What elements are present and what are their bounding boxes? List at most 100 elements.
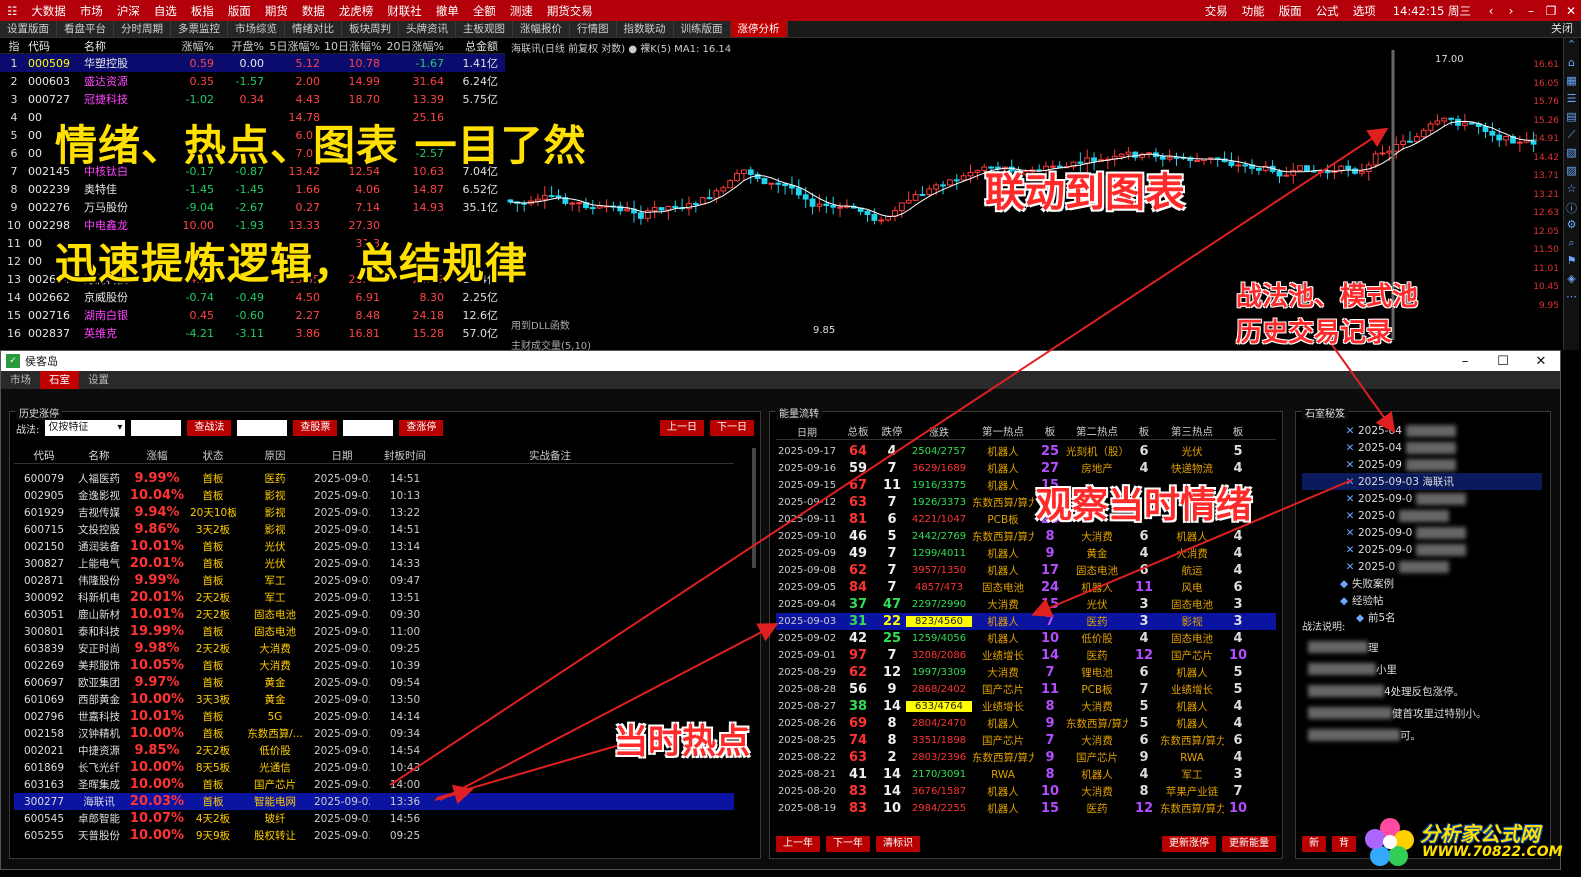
table-row[interactable]: 3 000727 冠捷科技 -1.02 0.34 4.43 18.70 13.39 5.75亿	[0, 90, 505, 108]
menu-item-4[interactable]: 板指	[184, 3, 221, 19]
tab-9[interactable]: 涨幅报价	[513, 21, 570, 37]
menu-item-8[interactable]: 龙虎榜	[332, 3, 381, 19]
tab-market[interactable]: 市场	[1, 371, 40, 389]
table-row[interactable]: 002905 金逸影视 10.04% 首板 影视 2025-09-03 10:13	[14, 487, 734, 504]
tab-1[interactable]: 看盘平台	[57, 21, 114, 37]
table-row[interactable]: 12 00	[0, 252, 505, 270]
history-scrollbar[interactable]	[752, 448, 756, 568]
tab-11[interactable]: 指数联动	[616, 21, 674, 37]
table-row[interactable]: 600697 欧亚集团 9.97% 首板 黄金 2025-09-03 09:54	[14, 674, 734, 691]
win-close-icon[interactable]: ✕	[1522, 354, 1560, 369]
table-row[interactable]: 2025-08-20 83 14 3676/1587 机器人 10 大消费 8 苹果产业链 7	[776, 783, 1276, 800]
prev-day-button[interactable]: 上一日	[660, 420, 704, 436]
info-icon[interactable]: ⓘ	[1564, 200, 1579, 218]
chart-icon[interactable]: ▤	[1564, 110, 1579, 128]
tree-item[interactable]: ✕ 2025-0	[1302, 558, 1542, 575]
table-row[interactable]: 2025-09-08 62 7 3957/1350 机器人 17 固态电池 6 航运 4	[776, 562, 1276, 579]
tab-close-button[interactable]: 关闭	[1543, 21, 1581, 37]
update-energy-button[interactable]: 更新能量	[1222, 836, 1276, 852]
menu-item-7[interactable]: 数据	[295, 3, 332, 19]
home-icon[interactable]: ⌂	[1564, 56, 1579, 74]
hh-date[interactable]: 日期	[314, 448, 370, 463]
menu-item-6[interactable]: 期货	[258, 3, 295, 19]
table-row[interactable]: 16 002837 英维克 -4.21 -3.11 3.86 16.81 15.28 57.0亿	[0, 324, 505, 342]
tag-icon[interactable]: ◈	[1564, 272, 1579, 290]
table-row[interactable]: 2025-09-05 84 7 4857/473 固态电池 24 机器人 11 风电 6	[776, 579, 1276, 596]
table-row[interactable]: 002021 中捷资源 9.85% 2天2板 低价股 2025-09-03 14:54	[14, 742, 734, 759]
table-row[interactable]: 9 002276 万马股份 -9.04 -2.67 0.27 7.14 14.93 35.1亿	[0, 198, 505, 216]
menu-right-item-3[interactable]: 公式	[1309, 3, 1346, 19]
hh-reason[interactable]: 原因	[236, 448, 314, 463]
eh-h1[interactable]: 第一热点	[972, 424, 1034, 439]
menu-right-item-0[interactable]: 交易	[1198, 3, 1235, 19]
eh-h3[interactable]: 第三热点	[1160, 424, 1224, 439]
table-row[interactable]: 2025-08-19 83 10 2984/2255 机器人 15 医药 12 东数西算/算力 1…	[776, 800, 1276, 817]
table-row[interactable]: 7 002145 中核钛白 -0.17 -0.87 13.42 12.54 10.63 7.04…	[0, 162, 505, 180]
table-row[interactable]: 2025-09-04 37 47 2297/2990 大消费 15 光伏 3 固态电池 3	[776, 596, 1276, 613]
table-row[interactable]: 2025-09-17 64 4 2504/2757 机器人 25 光刻机（股） 6 光伏 5	[776, 443, 1276, 460]
up-icon[interactable]: ⌃	[1564, 38, 1579, 56]
tab-3[interactable]: 多票监控	[171, 21, 228, 37]
table-row[interactable]: 603051 鹿山新材 10.01% 2天2板 固态电池 2025-09-03 09:30	[14, 606, 734, 623]
restore-icon[interactable]: ❐	[1541, 4, 1561, 18]
header-d5[interactable]: 5日涨幅%	[268, 38, 324, 54]
win-maximize-icon[interactable]: ☐	[1484, 354, 1522, 369]
new-button[interactable]: 新	[1302, 836, 1326, 852]
forward-icon[interactable]: ›	[1501, 4, 1521, 18]
table-row[interactable]: 5 00 6.09	[0, 126, 505, 144]
table-row[interactable]: 600545 卓郎智能 10.07% 4天2板 玻纤 2025-09-03 14:56	[14, 810, 734, 827]
table-row[interactable]: 14 002662 京威股份 -0.74 -0.49 4.50 6.91 8.30 2.25亿	[0, 288, 505, 306]
feature-select[interactable]: 仅按特征	[45, 420, 126, 436]
prev-year-button[interactable]: 上一年	[776, 836, 820, 852]
query-zt-button[interactable]: 查涨停	[399, 420, 444, 436]
table-row[interactable]: 8 002239 奥特佳 -1.45 -1.45 1.66 4.06 14.87 6.52亿	[0, 180, 505, 198]
table-row[interactable]: 2025-08-21 41 14 2170/3091 RWA 8 机器人 4 军工 3	[776, 766, 1276, 783]
hh-state[interactable]: 状态	[190, 448, 236, 463]
table-row[interactable]: 2025-09-01 97 7 3208/2086 业绩增长 14 医药 12 国产芯片 10	[776, 647, 1276, 664]
table-row[interactable]: 300277 海联讯 20.03% 首板 智能电网 2025-09-03 13:36	[14, 793, 734, 810]
close-icon[interactable]: ✕	[1561, 4, 1581, 18]
header-amt[interactable]: 总金额	[448, 38, 498, 54]
tab-7[interactable]: 头牌资讯	[399, 21, 456, 37]
tree-item[interactable]: ✕ 2025-04	[1302, 439, 1542, 456]
header-name[interactable]: 名称	[84, 38, 168, 54]
table-row[interactable]: 2025-08-26 69 8 2804/2470 机器人 9 东数西算/算力 5 机器人 4	[776, 715, 1276, 732]
table-row[interactable]: 2 000603 盛达资源 0.35 -1.57 2.00 14.99 31.64 6.24亿	[0, 72, 505, 90]
table-row[interactable]: 11 00 31.3	[0, 234, 505, 252]
star-icon[interactable]: ☆	[1564, 182, 1579, 200]
table-row[interactable]: 300827 上能电气 20.01% 首板 光伏 2025-09-03 14:33	[14, 555, 734, 572]
table-row[interactable]: 2025-09-15 67 11 1916/3375 机器人 15	[776, 477, 1276, 494]
table-row[interactable]: 300092 科新机电 20.01% 2天2板 军工 2025-09-03 13:51	[14, 589, 734, 606]
tree-item[interactable]: ✕ 2025-0	[1302, 507, 1542, 524]
tab-5[interactable]: 情绪对比	[285, 21, 342, 37]
calc-icon[interactable]: ▧	[1564, 146, 1579, 164]
tree-item[interactable]: ✕ 2025-04	[1302, 422, 1542, 439]
table-row[interactable]: 002269 美邦服饰 10.05% 首板 大消费 2025-09-03 10:39	[14, 657, 734, 674]
eh-b1[interactable]: 板	[1034, 424, 1066, 439]
menu-right-item-4[interactable]: 选项	[1346, 3, 1383, 19]
header-d20[interactable]: 20日涨幅%	[384, 38, 448, 54]
table-row[interactable]: 300801 泰和科技 19.99% 首板 固态电池 2025-09-03 11:00	[14, 623, 734, 640]
hh-name[interactable]: 名称	[74, 448, 124, 463]
table-row[interactable]: 2025-09-11 81 6 4221/1047 PCB板 20	[776, 511, 1276, 528]
tab-2[interactable]: 分时周期	[114, 21, 171, 37]
menu-item-13[interactable]: 期货交易	[540, 3, 600, 19]
menu-item-0[interactable]: 大数据	[24, 3, 73, 19]
tree-item[interactable]: ✕ 2025-09-0	[1302, 524, 1542, 541]
tab-4[interactable]: 市场综览	[228, 21, 285, 37]
eh-b3[interactable]: 板	[1224, 424, 1252, 439]
tab-10[interactable]: 行情图	[570, 21, 617, 37]
menu-item-11[interactable]: 全额	[466, 3, 503, 19]
tab-12[interactable]: 训练版面	[673, 21, 731, 37]
tab-settings[interactable]: 设置	[79, 371, 118, 389]
hh-note[interactable]: 实战备注	[440, 448, 660, 463]
menu-item-12[interactable]: 测速	[503, 3, 540, 19]
trend-icon[interactable]: ⟋	[1564, 128, 1579, 146]
table-row[interactable]: 2025-09-16 59 7 3629/1689 机器人 27 房地产 4 快递物流 4	[776, 460, 1276, 477]
table-row[interactable]: 605255 天普股份 10.00% 9天9板 股权转让 2025-09-03 09:25	[14, 827, 734, 844]
table-row[interactable]: 603163 圣晖集成 10.00% 首板 国产芯片 2025-09-03 14:00	[14, 776, 734, 793]
table-row[interactable]: 2025-08-27 38 14 633/4764 业绩增长 8 大消费 5 机器人 4	[776, 698, 1276, 715]
update-zt-button[interactable]: 更新涨停	[1162, 836, 1216, 852]
menu-item-9[interactable]: 财联社	[380, 3, 429, 19]
tab-8[interactable]: 主板观图	[456, 21, 513, 37]
